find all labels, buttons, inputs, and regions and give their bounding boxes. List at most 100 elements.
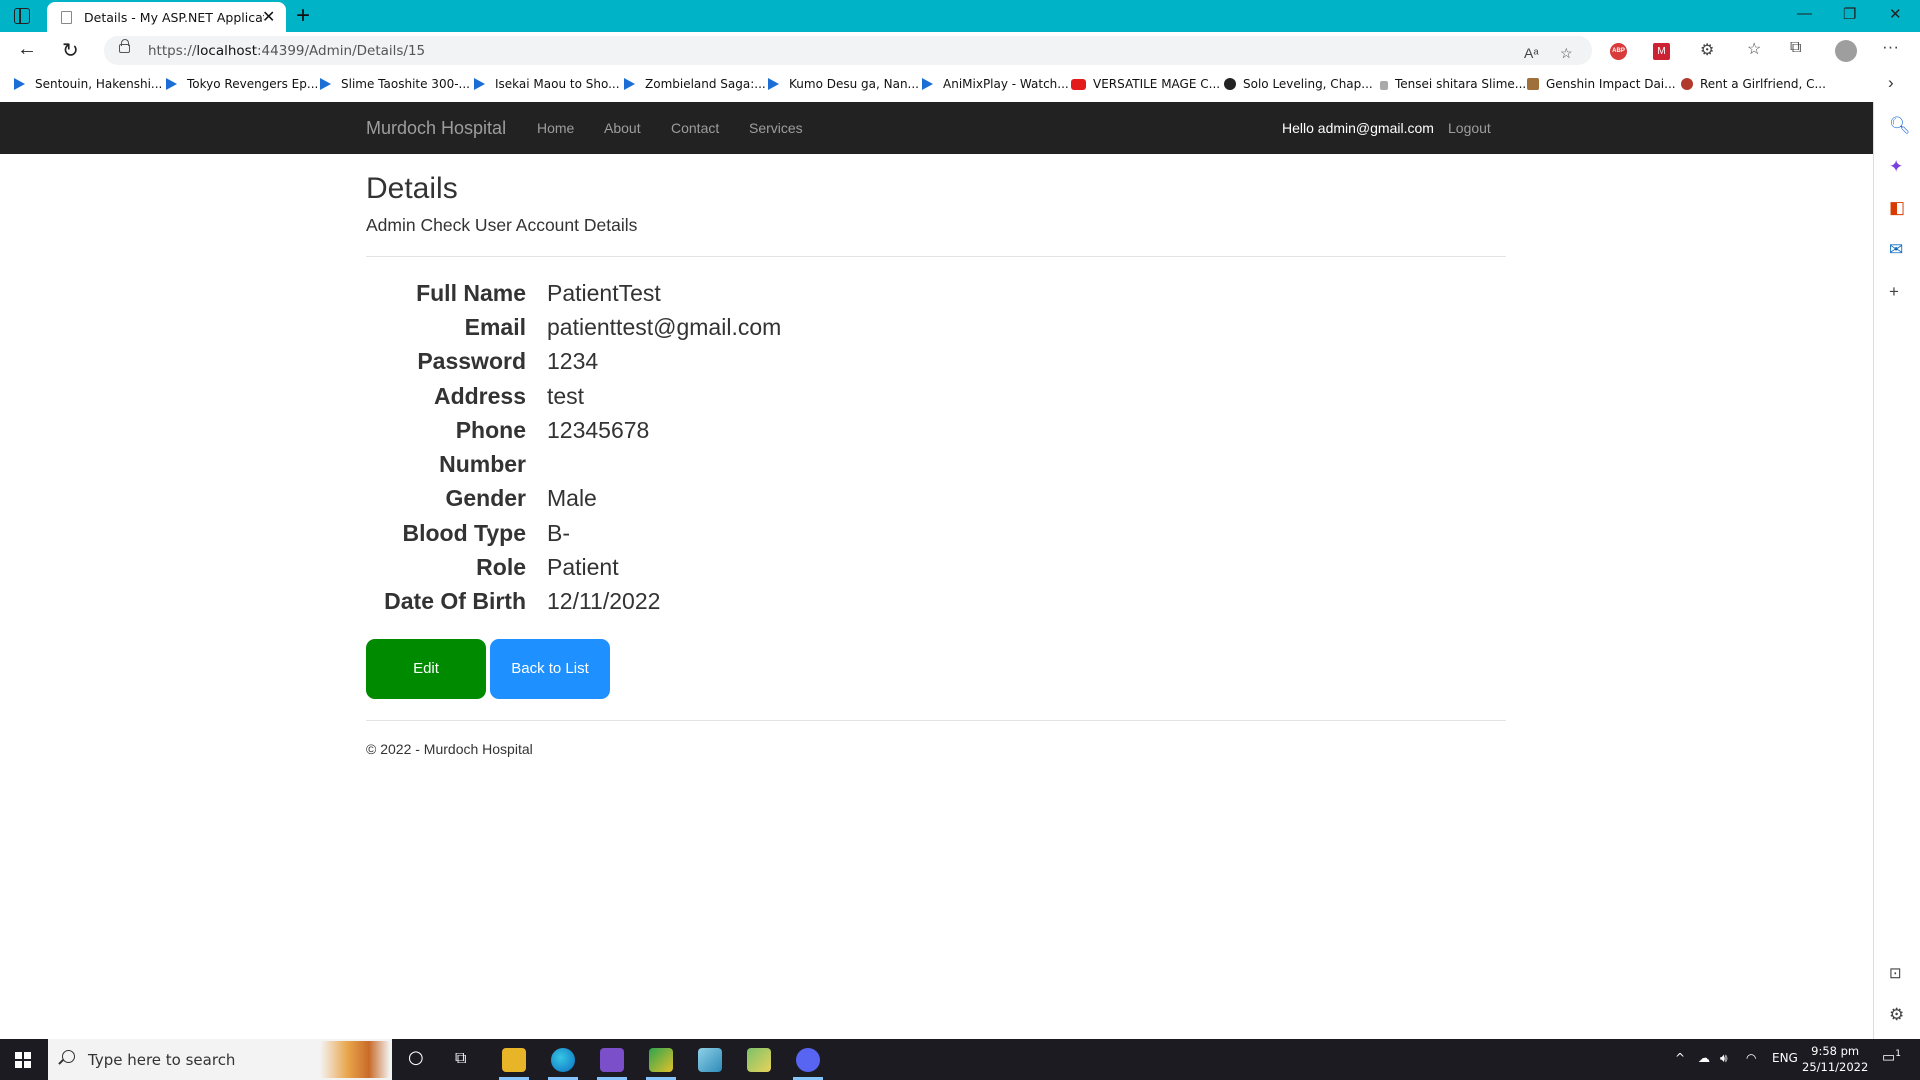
editor-icon[interactable] [747, 1048, 771, 1072]
bookmark-item[interactable]: Sentouin, Hakenshi... [14, 77, 162, 91]
detail-row: Email patienttest@gmail.com [366, 310, 1166, 344]
detail-row: Blood Type B- [366, 516, 1166, 550]
browser-tab[interactable]: Details - My ASP.NET Application ✕ [47, 2, 286, 32]
detail-row: Address test [366, 379, 1166, 413]
back-arrow-icon[interactable]: ← [17, 38, 37, 61]
volume-icon[interactable]: 🔊︎ [1720, 1051, 1728, 1066]
nav-services[interactable]: Services [749, 120, 803, 136]
bookmark-item[interactable]: VERSATILE MAGE C... [1071, 77, 1220, 91]
close-tab-icon[interactable]: ✕ [262, 7, 275, 27]
restore-icon[interactable]: ❐ [1843, 5, 1856, 23]
site-image-icon [1681, 78, 1693, 90]
bookmark-item[interactable]: Isekai Maou to Sho... [474, 77, 620, 91]
more-menu-icon[interactable]: ··· [1882, 37, 1899, 57]
back-to-list-button[interactable]: Back to List [490, 639, 610, 699]
wifi-icon[interactable]: ◠ [1746, 1051, 1756, 1065]
nav-home[interactable]: Home [537, 120, 574, 136]
bookmark-item[interactable]: Tensei shitara Slime... [1380, 77, 1526, 91]
extension-red-icon[interactable]: M [1653, 43, 1670, 60]
language-indicator[interactable]: ENG [1772, 1051, 1798, 1065]
settings-gear-icon[interactable]: ⚙ [1889, 1005, 1904, 1025]
clock[interactable]: 9:58 pm 25/11/2022 [1802, 1043, 1868, 1075]
play-icon [922, 78, 933, 90]
clock-time: 9:58 pm [1811, 1044, 1860, 1058]
app-icon[interactable] [649, 1048, 673, 1072]
nav-about[interactable]: About [604, 120, 641, 136]
page-subtitle: Admin Check User Account Details [366, 215, 638, 235]
bookmarks-bar: Sentouin, Hakenshi... Tokyo Revengers Ep… [0, 68, 1920, 102]
lock-icon[interactable] [119, 39, 130, 53]
discover-icon[interactable]: ✦ [1889, 157, 1903, 177]
detail-row: Gender Male [366, 481, 1166, 515]
add-icon[interactable]: + [1889, 282, 1899, 302]
address-toolbar: ← ↻ https://localhost:44399/Admin/Detail… [0, 32, 1920, 68]
search-highlight-image [320, 1041, 390, 1078]
edge-browser-icon[interactable] [551, 1048, 575, 1072]
detail-label: Number [439, 451, 526, 477]
detail-label: Address [433, 383, 526, 409]
footer-divider [366, 720, 1506, 721]
play-icon [624, 78, 635, 90]
detail-value: B- [547, 520, 570, 546]
footer-copyright: © 2022 - Murdoch Hospital [366, 741, 533, 757]
brand-link[interactable]: Murdoch Hospital [366, 118, 506, 139]
bookmark-item[interactable]: Zombieland Saga:... [624, 77, 766, 91]
logout-link[interactable]: Logout [1448, 120, 1491, 136]
read-aloud-icon[interactable]: Aᵃ [1524, 45, 1539, 61]
sidebar-toggle-icon[interactable]: ⊡ [1889, 964, 1902, 982]
bookmark-item[interactable]: Slime Taoshite 300-... [320, 77, 470, 91]
outlook-icon[interactable]: ✉ [1889, 240, 1903, 260]
detail-label: Gender [445, 485, 526, 511]
detail-value: 1234 [547, 348, 599, 374]
detail-label: Date Of Birth [384, 588, 526, 614]
taskbar-search[interactable]: Type here to search [48, 1039, 392, 1080]
profile-avatar[interactable] [1835, 40, 1857, 62]
address-bar[interactable]: https://localhost:44399/Admin/Details/15… [104, 36, 1592, 65]
chevron-right-icon[interactable]: › [1888, 73, 1894, 93]
extensions-icon[interactable]: ⚙ [1700, 40, 1714, 60]
adblock-icon[interactable]: ABP [1610, 43, 1627, 60]
detail-label: Blood Type [402, 520, 526, 546]
windows-start-icon[interactable] [15, 1052, 31, 1068]
task-view-icon[interactable]: ⧉ [455, 1048, 466, 1068]
url-text[interactable]: https://localhost:44399/Admin/Details/15 [148, 43, 425, 59]
onedrive-icon[interactable]: ☁ [1698, 1051, 1710, 1065]
edit-button[interactable]: Edit [366, 639, 486, 699]
tab-actions-icon[interactable] [14, 8, 30, 24]
favorites-icon[interactable]: ☆ [1747, 39, 1761, 59]
user-greeting[interactable]: Hello admin@gmail.com [1282, 120, 1434, 136]
close-window-icon[interactable]: ✕ [1889, 5, 1902, 23]
search-icon[interactable]: 🔍︎ [1889, 116, 1911, 136]
nav-contact[interactable]: Contact [671, 120, 719, 136]
search-icon [62, 1050, 75, 1063]
detail-value: 12/11/2022 [547, 588, 661, 614]
file-explorer-icon[interactable] [502, 1048, 526, 1072]
notepad-icon[interactable] [698, 1048, 722, 1072]
refresh-icon[interactable]: ↻ [62, 38, 79, 63]
detail-value: test [547, 383, 585, 409]
discord-icon[interactable] [796, 1048, 820, 1072]
notification-icon[interactable]: ▭1 [1882, 1049, 1901, 1066]
bookmark-item[interactable]: Kumo Desu ga, Nan... [768, 77, 919, 91]
site-image-icon [1527, 78, 1539, 90]
new-tab-icon[interactable]: + [296, 2, 310, 30]
detail-value: 12345678 [547, 417, 650, 443]
visual-studio-icon[interactable] [600, 1048, 624, 1072]
bookmark-item[interactable]: Rent a Girlfriend, C... [1681, 77, 1826, 91]
detail-label: Password [417, 348, 526, 374]
detail-value: PatientTest [547, 280, 661, 306]
divider [366, 256, 1506, 257]
collections-icon[interactable]: ⧉ [1790, 39, 1801, 57]
edge-sidebar: 🔍︎ ✦ ◧ ✉ + ⊡ ⚙ [1873, 102, 1920, 1039]
bookmark-item[interactable]: AniMixPlay - Watch... [922, 77, 1069, 91]
windows-taskbar: Type here to search ○ ⧉ ^ ☁ 🔊︎ ◠ ENG 9:5… [0, 1039, 1920, 1080]
office-icon[interactable]: ◧ [1889, 198, 1905, 218]
bookmark-item[interactable]: Genshin Impact Dai... [1527, 77, 1676, 91]
add-favorite-icon[interactable]: ☆ [1560, 45, 1573, 62]
bookmark-item[interactable]: Tokyo Revengers Ep... [166, 77, 318, 91]
cortana-icon[interactable]: ○ [408, 1047, 424, 1068]
browser-titlebar: Details - My ASP.NET Application ✕ + — ❐… [0, 0, 1920, 32]
minimize-icon[interactable]: — [1797, 5, 1812, 22]
bookmark-item[interactable]: Solo Leveling, Chap... [1224, 77, 1373, 91]
chevron-up-icon[interactable]: ^ [1675, 1051, 1685, 1065]
